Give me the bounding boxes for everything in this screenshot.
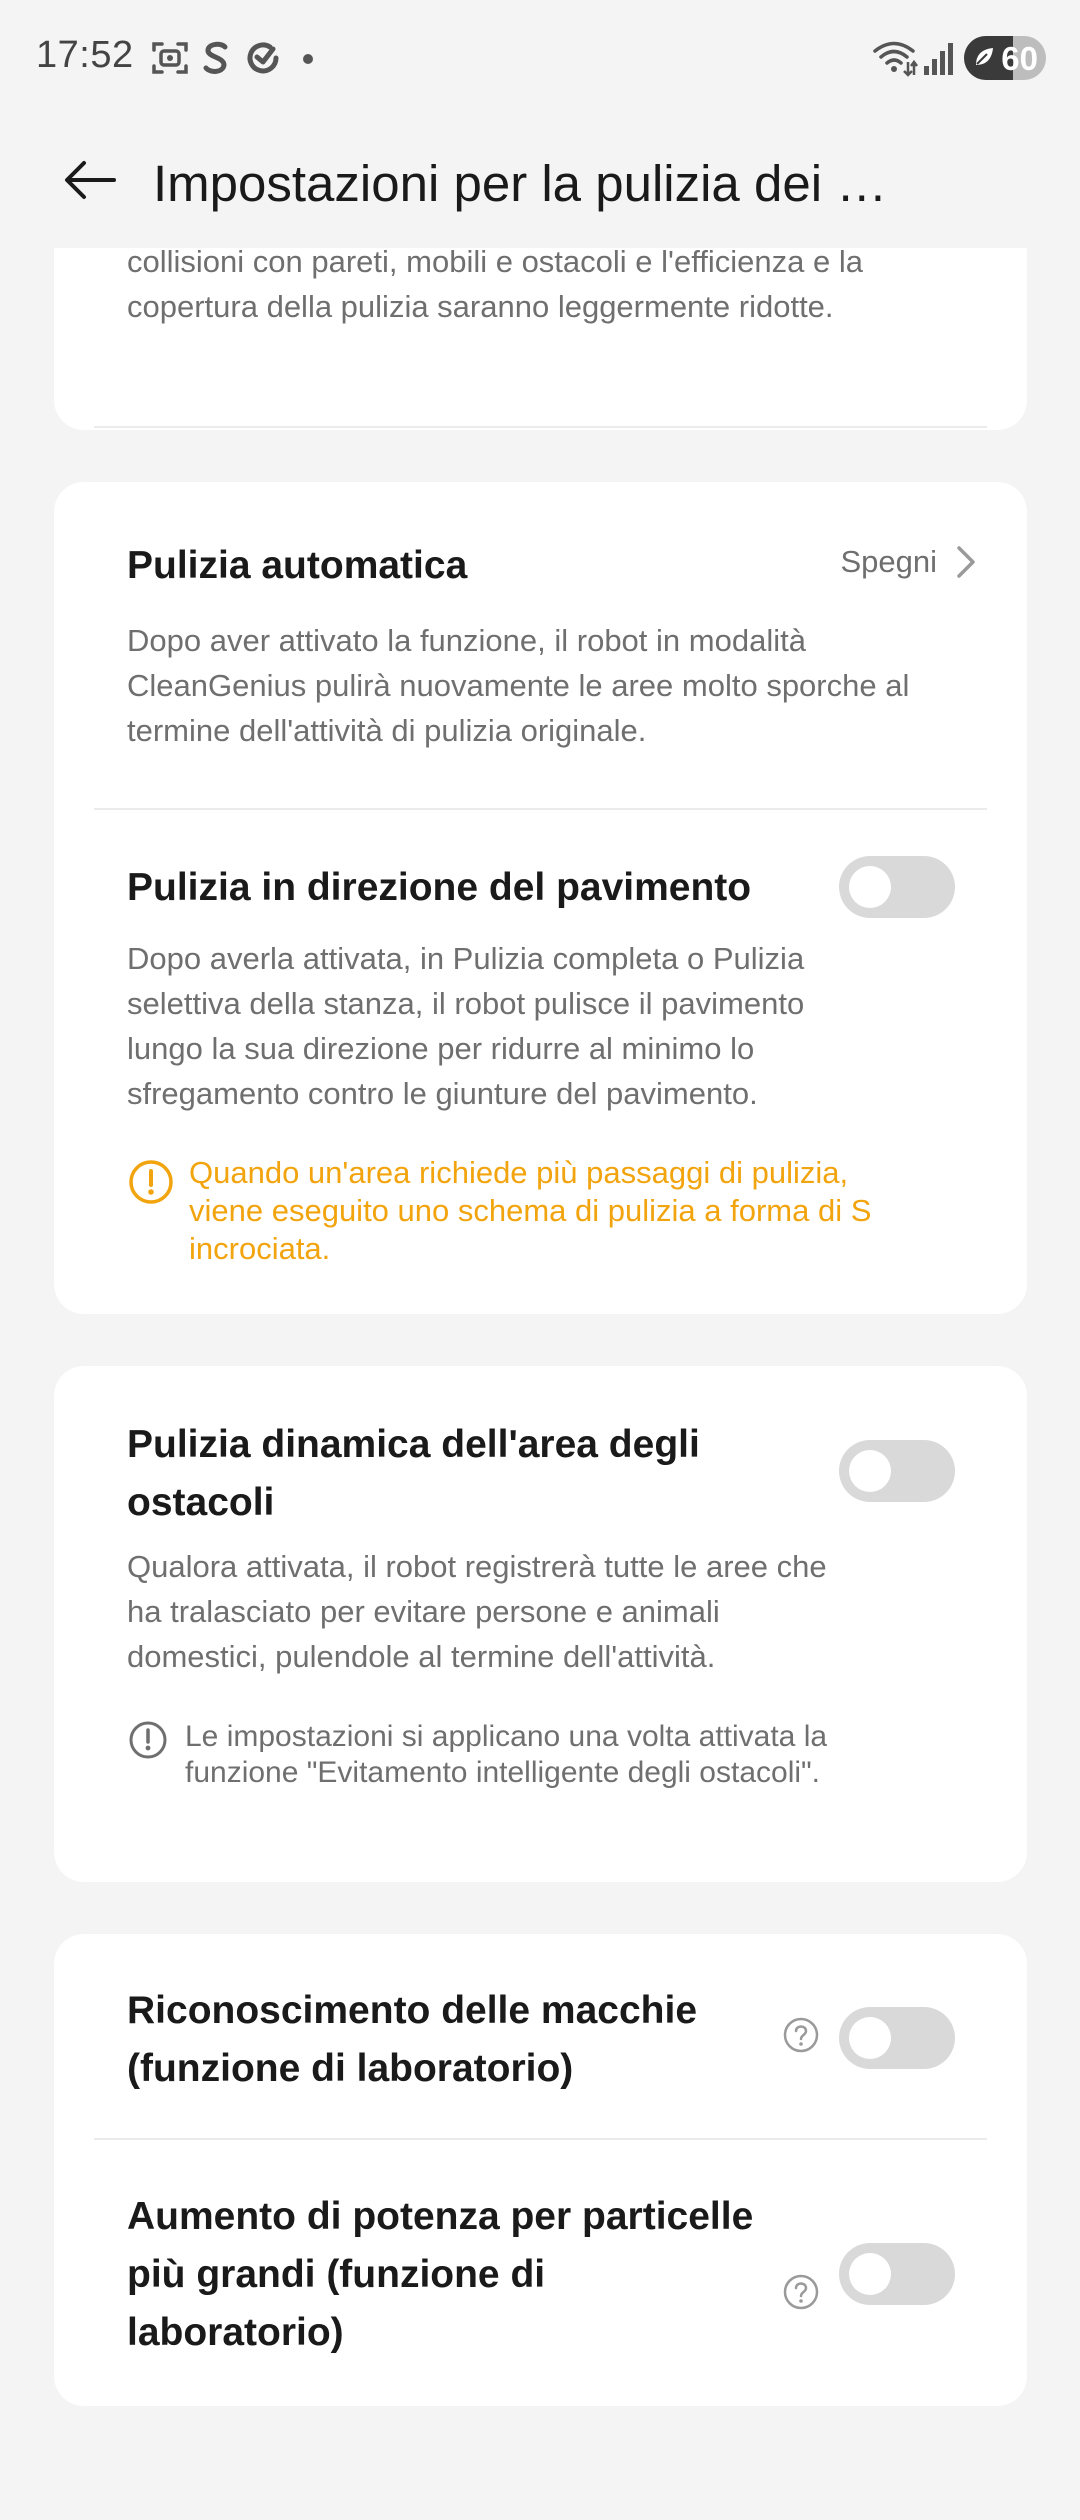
auto-clean-row[interactable]: Pulizia automatica Spegni Dopo aver atti… [54,482,1027,808]
floor-direction-title: Pulizia in direzione del pavimento [127,866,752,909]
card-lab-features: Riconoscimento delle macchie (funzione d… [54,1934,1027,2406]
floor-direction-description: Dopo averla attivata, in Pulizia complet… [127,941,805,1111]
stain-recognition-title: Riconoscimento delle macchie (funzione d… [127,1989,698,2090]
dynamic-obstacle-note: Le impostazioni si applicano una volta a… [127,1719,867,1791]
floor-direction-warning: Quando un'area richiede più passaggi di … [127,1154,907,1268]
wifi-icon [872,36,918,80]
battery-icon: 60 [964,36,1046,80]
status-bar: 17:52 60 [0,0,1080,118]
stain-recognition-toggle[interactable] [839,2007,955,2069]
s-app-icon [202,36,230,80]
arrow-left-icon [65,161,116,199]
page-title: Impostazioni per la pulizia dei … [153,155,888,212]
card-collision-info: collisioni con pareti, mobili e ostacoli… [54,248,1027,430]
notification-dot [303,54,313,64]
refresh-app-icon [242,36,284,80]
card-dynamic-obstacle: Pulizia dinamica dell'area degli ostacol… [54,1366,1027,1882]
battery-level: 60 [1001,40,1038,77]
screenshot-icon [150,36,190,80]
auto-clean-value[interactable]: Spegni [840,542,979,582]
eco-leaf-icon [976,48,993,65]
divider [94,426,987,428]
auto-clean-value-label: Spegni [840,544,937,579]
collision-description: collisioni con pareti, mobili e ostacoli… [127,248,863,324]
signal-icon [922,36,956,80]
info-alert-icon [129,1721,167,1759]
card-cleaning-options: Pulizia automatica Spegni Dopo aver atti… [54,482,1027,1314]
divider [94,2138,987,2140]
status-time: 17:52 [36,34,134,76]
warning-icon [129,1160,173,1204]
dynamic-obstacle-note-text: Le impostazioni si applicano una volta a… [185,1720,828,1789]
dynamic-obstacle-description: Qualora attivata, il robot registrerà tu… [127,1549,827,1674]
chevron-right-icon [957,546,975,578]
help-icon[interactable] [782,2016,820,2054]
back-button[interactable] [62,150,132,210]
floor-direction-toggle[interactable] [839,856,955,918]
divider [94,808,987,810]
auto-clean-title: Pulizia automatica [127,544,468,587]
power-boost-title: Aumento di potenza per particelle più gr… [127,2195,754,2354]
app-header: Impostazioni per la pulizia dei … [0,118,1080,248]
power-boost-toggle[interactable] [839,2243,955,2305]
dynamic-obstacle-toggle[interactable] [839,1440,955,1502]
help-icon[interactable] [782,2273,820,2311]
floor-direction-warning-text: Quando un'area richiede più passaggi di … [189,1155,872,1266]
auto-clean-description: Dopo aver attivato la funzione, il robot… [127,623,910,748]
dynamic-obstacle-title: Pulizia dinamica dell'area degli ostacol… [127,1423,700,1524]
